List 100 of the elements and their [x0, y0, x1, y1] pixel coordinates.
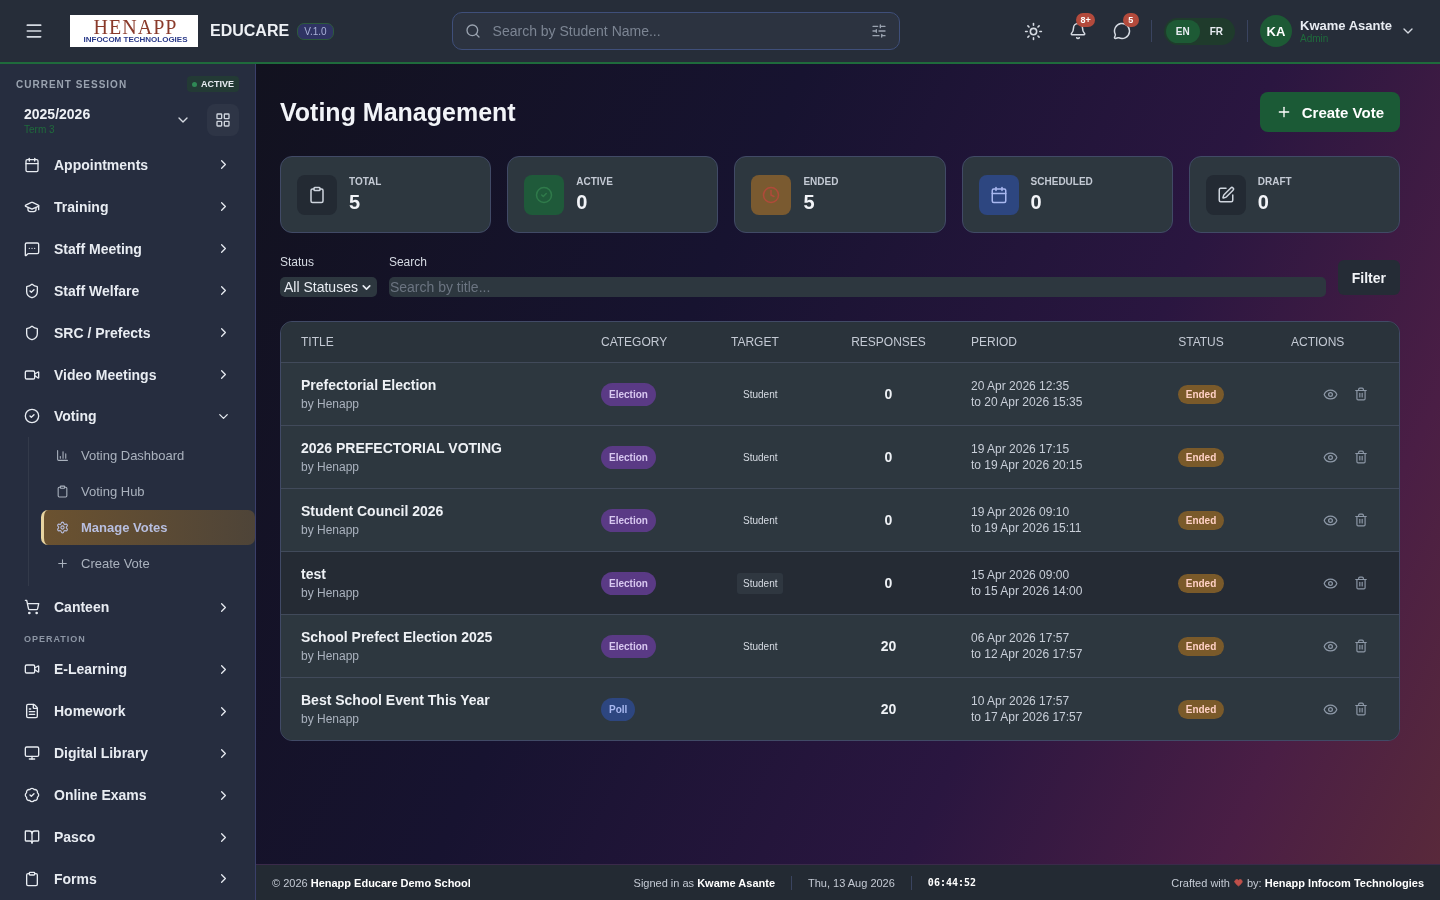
sidebar-subitem[interactable]: Voting Hub — [41, 474, 255, 510]
response-count: 20 — [879, 638, 898, 654]
chat-icon — [24, 240, 40, 257]
vote-author: by Henapp — [301, 649, 361, 663]
sidebar-item[interactable]: Staff Welfare — [0, 269, 255, 312]
eye-icon[interactable] — [1323, 386, 1338, 402]
status-tag: Ended — [1177, 636, 1225, 656]
calendar-icon — [24, 156, 40, 173]
column-header: TARGET — [731, 335, 780, 349]
status-select[interactable]: All Statuses — [280, 277, 377, 297]
sidebar-item[interactable]: Online Exams — [0, 774, 255, 817]
eye-icon[interactable] — [1323, 701, 1338, 717]
table-row[interactable]: test by Henapp Election Student 0 15 Apr 2026 09:00 to 15 Apr 2026 14:00 Ended — [281, 551, 1399, 614]
sidebar-item[interactable]: Appointments — [0, 144, 255, 186]
trash-icon[interactable] — [1354, 512, 1368, 527]
menu-icon[interactable] — [24, 21, 44, 41]
trash-icon[interactable] — [1354, 575, 1368, 590]
eye-icon[interactable] — [1323, 449, 1338, 465]
search-field[interactable]: Search by title... — [388, 277, 1326, 297]
document-icon — [24, 703, 40, 720]
sidebar-item[interactable]: Homework — [0, 690, 255, 733]
vote-title: test — [301, 566, 327, 582]
period-end: to 19 Apr 2026 15:11 — [971, 521, 1083, 535]
category-tag: Election — [601, 445, 656, 469]
period-start: 10 Apr 2026 17:57 — [971, 694, 1071, 708]
period-end: to 17 Apr 2026 17:57 — [971, 710, 1084, 724]
user-name: Kwame Asante — [1300, 18, 1392, 33]
vote-author: by Henapp — [301, 523, 361, 537]
shield-icon — [24, 324, 40, 341]
sidebar-item[interactable]: Canteen — [0, 586, 255, 629]
version-badge: V.1.0 — [297, 22, 334, 40]
language-toggle[interactable]: FR — [1199, 19, 1233, 43]
plus-icon — [56, 557, 69, 571]
vote-author: by Henapp — [301, 712, 361, 726]
sidebar-item[interactable]: SRC / Prefects — [0, 311, 255, 354]
check-circle-icon — [24, 408, 40, 425]
stat-label: ENDED — [803, 175, 839, 187]
sidebar-subitem[interactable]: Create Vote — [41, 546, 255, 582]
stat-value: 0 — [576, 190, 589, 214]
category-tag: Poll — [601, 697, 636, 721]
clipboard-icon — [297, 174, 337, 215]
cart-icon — [24, 599, 40, 616]
sidebar-item[interactable]: Training — [0, 185, 255, 228]
table-row[interactable]: Best School Event This Year by Henapp Poll 20 10 Apr 2026 17:57 to 17 Apr 2026 17:57 Ended — [281, 677, 1399, 740]
column-header: TITLE — [301, 335, 335, 349]
sidebar-item[interactable]: Staff Meeting — [0, 227, 255, 270]
trash-icon[interactable] — [1354, 386, 1368, 401]
sidebar-item[interactable]: Pasco — [0, 816, 255, 858]
grid-button[interactable] — [207, 104, 239, 136]
sidebar-item[interactable]: Voting — [0, 395, 255, 438]
response-count: 0 — [883, 449, 894, 465]
user-role: Admin — [1300, 33, 1330, 44]
field-label: Status — [280, 255, 316, 269]
vote-author: by Henapp — [301, 586, 361, 600]
target-label: Student — [742, 387, 779, 402]
date-text: Thu, 13 Aug 2026 — [808, 876, 895, 889]
shield-check-icon — [24, 282, 40, 299]
status-tag: Ended — [1177, 510, 1225, 530]
sidebar-item[interactable]: E-Learning — [0, 648, 255, 691]
column-header: PERIOD — [971, 335, 1018, 349]
trash-icon[interactable] — [1354, 638, 1368, 653]
search-bar[interactable]: Search by Student Name... — [451, 12, 900, 50]
status-tag: Ended — [1177, 699, 1225, 719]
language-toggle[interactable]: EN — [1165, 19, 1200, 43]
sidebar-subitem[interactable]: Voting Dashboard — [41, 438, 255, 474]
column-header: STATUS — [1177, 335, 1225, 349]
search-field[interactable]: Search by Student Name... — [490, 22, 861, 40]
sidebar-item[interactable]: Digital Library — [0, 732, 255, 775]
status-tag: Ended — [1177, 573, 1225, 593]
target-label: Student — [742, 450, 779, 465]
sidebar-subitem[interactable]: Manage Votes — [41, 510, 255, 546]
create-vote-button[interactable]: Create Vote — [1259, 92, 1400, 132]
eye-icon[interactable] — [1323, 638, 1338, 654]
category-tag: Election — [601, 571, 656, 595]
vote-title: Student Council 2026 — [301, 503, 445, 519]
crafted-text: Crafted with — [1171, 876, 1230, 889]
page-title: Voting Management — [280, 97, 516, 127]
period-end: to 15 Apr 2026 14:00 — [971, 584, 1084, 598]
target-label: Student — [742, 513, 779, 528]
eye-icon[interactable] — [1323, 575, 1338, 591]
sidebar-item[interactable]: Forms — [0, 858, 255, 900]
eye-icon[interactable] — [1323, 512, 1338, 528]
vote-author: by Henapp — [301, 460, 361, 474]
filter-icon[interactable] — [870, 23, 887, 39]
user-avatar[interactable]: KA — [1260, 15, 1292, 47]
session-status: ACTIVE — [187, 76, 239, 92]
stat-value: 5 — [349, 190, 362, 214]
trash-icon[interactable] — [1354, 449, 1368, 464]
period-end: to 12 Apr 2026 17:57 — [971, 647, 1084, 661]
period-start: 19 Apr 2026 17:15 — [971, 442, 1071, 456]
calendar-icon — [978, 174, 1019, 215]
category-tag: Election — [601, 508, 656, 532]
trash-icon[interactable] — [1354, 701, 1368, 716]
session-term: Term 3 — [24, 123, 56, 135]
category-tag: Election — [601, 634, 656, 658]
sidebar-item[interactable]: Video Meetings — [0, 353, 255, 396]
period-end: to 19 Apr 2026 20:15 — [971, 458, 1084, 472]
filter-button[interactable]: Filter — [1337, 260, 1400, 295]
clock-icon — [751, 174, 792, 215]
clock-text: 06:44:52 — [927, 877, 977, 888]
